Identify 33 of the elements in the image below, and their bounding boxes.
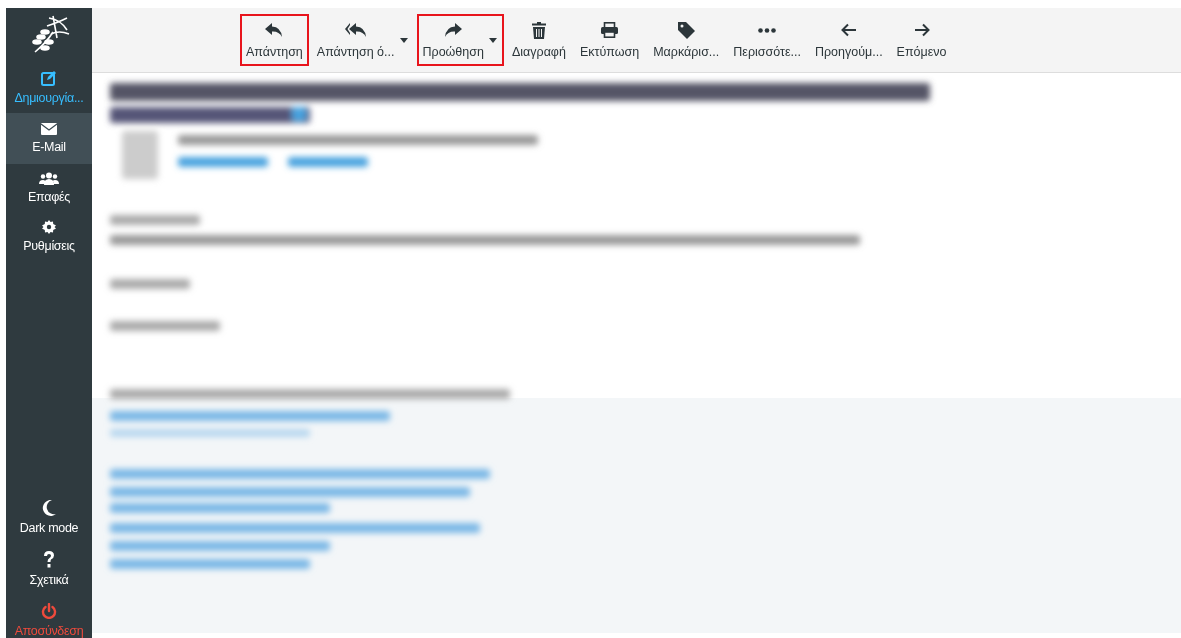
trash-icon <box>531 21 546 39</box>
contacts-nav-item[interactable]: Επαφές <box>6 164 92 212</box>
gear-icon <box>42 220 56 234</box>
next-button[interactable]: Επόμενο <box>890 14 953 66</box>
help-nav-item[interactable]: Σχετικά <box>6 543 92 595</box>
caret-icon <box>399 38 408 43</box>
mail-nav-item[interactable]: E-Mail <box>6 113 92 164</box>
moon-nav-item[interactable]: Dark mode <box>6 492 92 543</box>
question-mark-icon <box>43 551 55 568</box>
tag-icon <box>677 21 695 39</box>
envelope-icon <box>41 123 57 135</box>
forward-button[interactable]: Προώθηση <box>416 14 504 66</box>
reply-arrow-icon <box>265 23 284 37</box>
printer-icon <box>601 22 619 38</box>
prev-button[interactable]: Προηγούμ... <box>808 14 889 66</box>
more-button[interactable]: Περισσότε... <box>727 14 807 66</box>
arrow-right-icon <box>913 23 930 37</box>
power-icon <box>41 603 57 619</box>
ellipsis-icon <box>758 27 777 33</box>
forward-arrow-icon <box>444 23 463 37</box>
moon-icon <box>42 500 56 516</box>
delete-button[interactable]: Διαγραφή <box>505 14 572 66</box>
reply-all-button[interactable]: Απάντηση ό... <box>310 14 415 66</box>
settings-nav-item[interactable]: Ρυθμίσεις <box>6 212 92 261</box>
tag-button[interactable]: Μαρκάρισ... <box>647 14 726 66</box>
caret-icon <box>488 38 497 43</box>
arrow-left-icon <box>840 23 857 37</box>
users-icon <box>39 172 59 185</box>
reply-button[interactable]: Απάντηση <box>240 14 309 66</box>
print-button[interactable]: Εκτύπωση <box>573 14 646 66</box>
compose-nav-item[interactable]: Δημιουργία... <box>6 68 92 113</box>
double-reply-arrow-icon <box>344 23 367 37</box>
pencil-square-icon <box>41 70 57 86</box>
